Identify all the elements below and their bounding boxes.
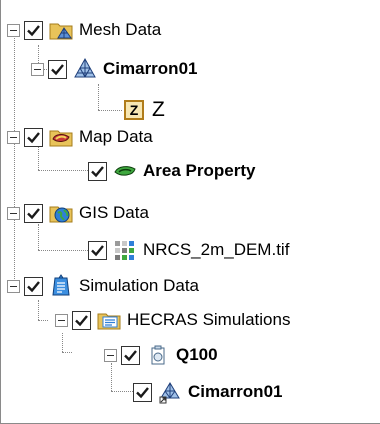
tree-line [38, 250, 88, 251]
tree-item-label: Mesh Data [79, 20, 162, 39]
tree-item-label: Z [152, 98, 165, 121]
gis-globe-icon [49, 206, 73, 223]
tree-item-label: HECRAS Simulations [127, 310, 291, 329]
mesh-link-icon [159, 382, 180, 404]
tree-line [111, 391, 133, 392]
visibility-checkbox[interactable] [72, 310, 91, 330]
collapse-toggle[interactable] [31, 62, 44, 76]
tree-line [62, 352, 72, 353]
visibility-checkbox[interactable] [88, 240, 107, 260]
hecras-folder-icon [97, 313, 121, 330]
visibility-checkbox[interactable] [24, 127, 43, 147]
visibility-checkbox[interactable] [24, 203, 43, 223]
tree-item-gis-data[interactable]: GIS Data [7, 198, 149, 228]
project-tree: Mesh Data Cimarron01 Z Z Map Data Area P… [0, 0, 380, 424]
visibility-checkbox[interactable] [24, 276, 43, 296]
tree-item-label: Cimarron01 [103, 59, 198, 78]
tree-line [14, 30, 15, 283]
visibility-checkbox[interactable] [24, 20, 43, 40]
collapse-toggle[interactable] [104, 348, 117, 362]
raster-icon [115, 241, 134, 260]
tree-item-label: Q100 [176, 345, 218, 364]
collapse-toggle[interactable] [7, 206, 20, 220]
visibility-checkbox[interactable] [48, 59, 67, 79]
tree-item-label: GIS Data [79, 203, 149, 222]
area-property-icon [114, 166, 136, 176]
tree-line [98, 110, 122, 111]
tree-item-simulation-data[interactable]: Simulation Data [7, 271, 199, 301]
dataset-z-icon: Z [124, 100, 144, 120]
tree-line [98, 84, 99, 110]
tree-line [38, 300, 39, 320]
tree-item-q100[interactable]: Q100 [104, 340, 218, 370]
tree-line [62, 333, 63, 352]
tree-item-z-dataset[interactable]: Z Z [124, 95, 165, 125]
collapse-toggle[interactable] [7, 130, 20, 144]
tree-item-label: Cimarron01 [188, 382, 283, 401]
tree-item-map-data[interactable]: Map Data [7, 122, 153, 152]
simulation-icon [151, 345, 165, 365]
tree-line [38, 320, 48, 321]
tree-item-label: Area Property [143, 161, 256, 180]
tree-item-hecras-simulations[interactable]: HECRAS Simulations [55, 305, 290, 335]
mesh-icon [74, 57, 96, 78]
tree-item-label: Map Data [79, 127, 153, 146]
tree-item-raster[interactable]: NRCS_2m_DEM.tif [88, 235, 289, 265]
collapse-toggle[interactable] [55, 313, 68, 327]
simulation-folder-icon [52, 274, 70, 296]
tree-item-mesh-data[interactable]: Mesh Data [7, 15, 161, 45]
collapse-toggle[interactable] [7, 23, 20, 37]
map-folder-icon [49, 130, 73, 147]
visibility-checkbox[interactable] [121, 345, 140, 365]
tree-item-label: Simulation Data [79, 276, 200, 295]
tree-item-cimarron01-link[interactable]: Cimarron01 [133, 377, 282, 407]
collapse-toggle[interactable] [7, 279, 20, 293]
mesh-folder-icon [49, 23, 73, 40]
tree-item-cimarron01-mesh[interactable]: Cimarron01 [31, 54, 197, 84]
tree-item-area-property[interactable]: Area Property [88, 156, 255, 186]
visibility-checkbox[interactable] [88, 161, 107, 181]
visibility-checkbox[interactable] [133, 382, 152, 402]
tree-line [38, 170, 88, 171]
tree-item-label: NRCS_2m_DEM.tif [143, 240, 290, 259]
